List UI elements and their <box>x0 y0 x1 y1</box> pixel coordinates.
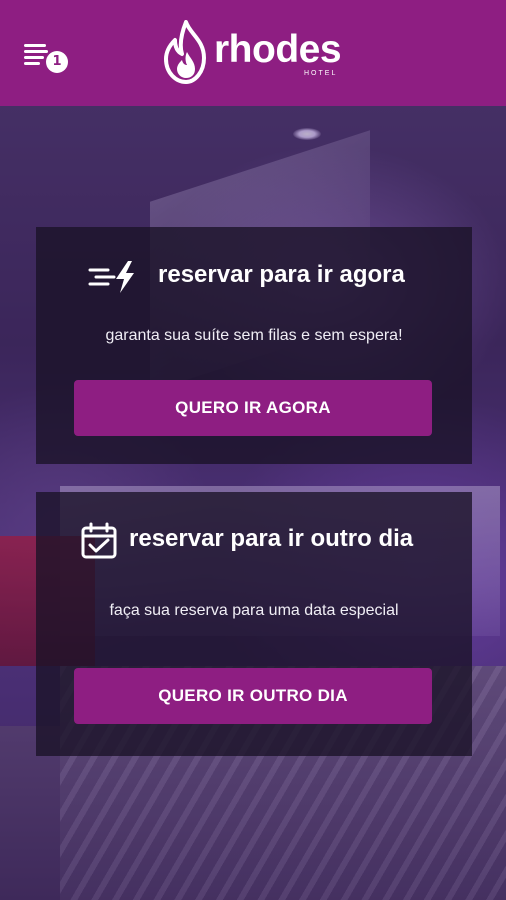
app-header: 1 rhodes HOTEL <box>0 0 506 106</box>
lightning-speed-icon <box>88 261 134 293</box>
brand-subtitle: HOTEL <box>304 70 338 77</box>
reserve-other-day-card: reservar para ir outro dia faça sua rese… <box>36 492 472 756</box>
go-other-day-button[interactable]: QUERO IR OUTRO DIA <box>74 668 432 724</box>
card-title: reservar para ir outro dia <box>129 525 414 552</box>
card-subtitle: garanta sua suíte sem filas e sem espera… <box>105 327 403 344</box>
card-subtitle: faça sua reserva para uma data especial <box>109 602 399 619</box>
calendar-check-icon <box>81 522 117 559</box>
hotel-logo[interactable]: rhodes HOTEL <box>160 18 350 86</box>
brand-name: rhodes <box>214 28 342 71</box>
card-title: reservar para ir agora <box>158 261 405 288</box>
menu-button[interactable]: 1 <box>24 40 70 73</box>
reserve-now-card: reservar para ir agora garanta sua suíte… <box>36 227 472 464</box>
notification-badge: 1 <box>46 51 68 73</box>
flame-icon <box>164 20 206 84</box>
go-now-button[interactable]: QUERO IR AGORA <box>74 380 432 436</box>
